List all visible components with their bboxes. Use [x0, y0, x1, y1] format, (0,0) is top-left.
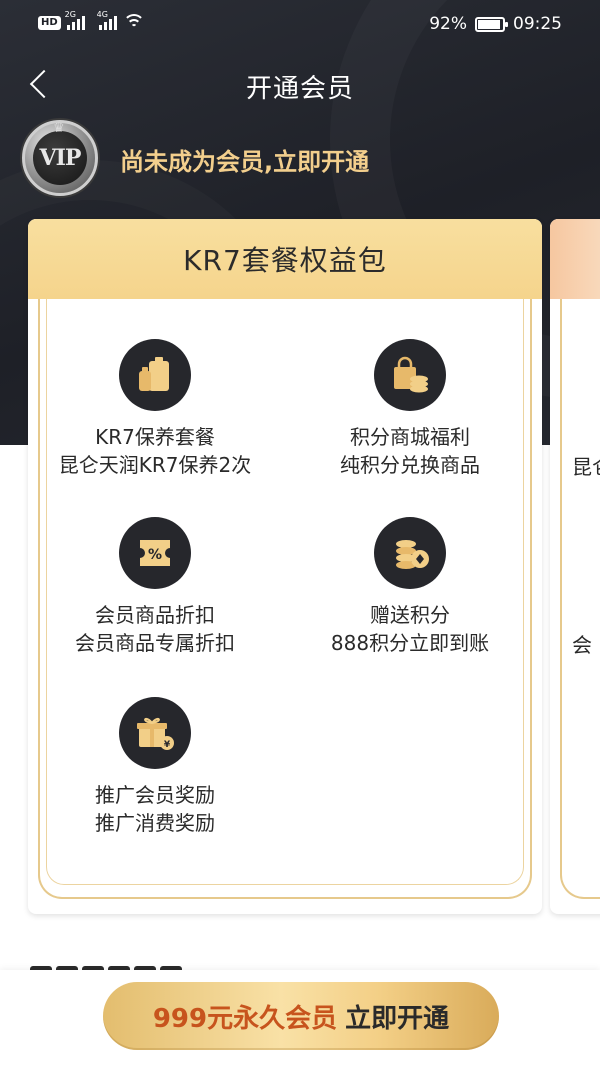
- svg-text:%: %: [148, 547, 162, 563]
- vip-badge-text: VIP: [39, 145, 82, 171]
- benefit-name: 推广会员奖励: [95, 783, 215, 807]
- coin-stack-icon: [374, 517, 446, 589]
- membership-price: 999元永久会员: [152, 1003, 338, 1034]
- signal-icon-sim2: 4G: [97, 10, 117, 30]
- open-membership-button[interactable]: 999元永久会员 立即开通: [103, 982, 499, 1050]
- vip-badge-icon: VIP ♛: [22, 120, 98, 196]
- benefit-name: 积分商城福利: [350, 425, 470, 449]
- network-type-label: 2G: [64, 10, 76, 19]
- open-membership-label: 立即开通: [345, 1003, 450, 1034]
- benefit-desc: 会员商品专属折扣: [75, 631, 235, 655]
- page-title: 开通会员: [245, 74, 354, 104]
- status-bar-left: HD 2G 4G: [38, 10, 145, 30]
- benefit-desc: 888积分立即到账: [330, 631, 490, 655]
- benefit-desc: 纯积分兑换商品: [340, 453, 480, 477]
- benefit-item: 赠送积分 888积分立即到账: [285, 517, 535, 657]
- card-frame: [560, 299, 600, 899]
- crown-icon: ♛: [53, 121, 65, 136]
- wifi-icon: [122, 14, 145, 30]
- package-card-header: KR7套餐权益包: [28, 219, 542, 299]
- package-title: KR7套餐权益包: [183, 244, 387, 277]
- discount-ticket-icon: %: [119, 517, 191, 589]
- benefit-name: KR7保养套餐: [95, 425, 215, 449]
- signal-icon-sim1: 2G: [65, 10, 85, 30]
- clock: 09:25: [513, 14, 562, 34]
- benefit-desc: 推广消费奖励: [95, 811, 215, 835]
- benefit-name: 会员商品折扣: [95, 603, 215, 627]
- gift-box-icon: ¥: [119, 697, 191, 769]
- battery-icon: [475, 16, 508, 32]
- hd-badge: HD: [38, 16, 61, 30]
- benefit-item: 积分商城福利 纯积分兑换商品: [285, 339, 535, 479]
- status-bar: HD 2G 4G 92% 09:25: [0, 0, 600, 52]
- benefit-name: 赠送积分: [370, 603, 450, 627]
- peek-text: 昆仑: [572, 455, 600, 479]
- network-type-label: 4G: [96, 10, 108, 19]
- oil-bottles-icon: [119, 339, 191, 411]
- status-bar-right: 92% 09:25: [429, 14, 562, 34]
- benefit-item: KR7保养套餐 昆仑天润KR7保养2次: [30, 339, 280, 479]
- benefit-item: % 会员商品折扣 会员商品专属折扣: [30, 517, 280, 657]
- battery-percent: 92%: [429, 14, 467, 34]
- next-package-card[interactable]: 昆仑 会: [550, 219, 600, 914]
- benefit-item: ¥ 推广会员奖励 推广消费奖励: [30, 697, 280, 837]
- benefit-desc: 昆仑天润KR7保养2次: [58, 453, 252, 477]
- bottom-action-bar: 999元永久会员 立即开通: [0, 970, 600, 1067]
- peek-text: 会: [572, 633, 592, 657]
- svg-text:¥: ¥: [164, 740, 171, 750]
- member-status-text[interactable]: 尚未成为会员,立即开通: [120, 142, 369, 177]
- next-package-card-header: [550, 219, 600, 299]
- package-card[interactable]: KR7套餐权益包 KR7保养套餐 昆仑天润KR7保养2次 积分商城福利 纯积分兑…: [28, 219, 542, 914]
- shopping-bag-coins-icon: [374, 339, 446, 411]
